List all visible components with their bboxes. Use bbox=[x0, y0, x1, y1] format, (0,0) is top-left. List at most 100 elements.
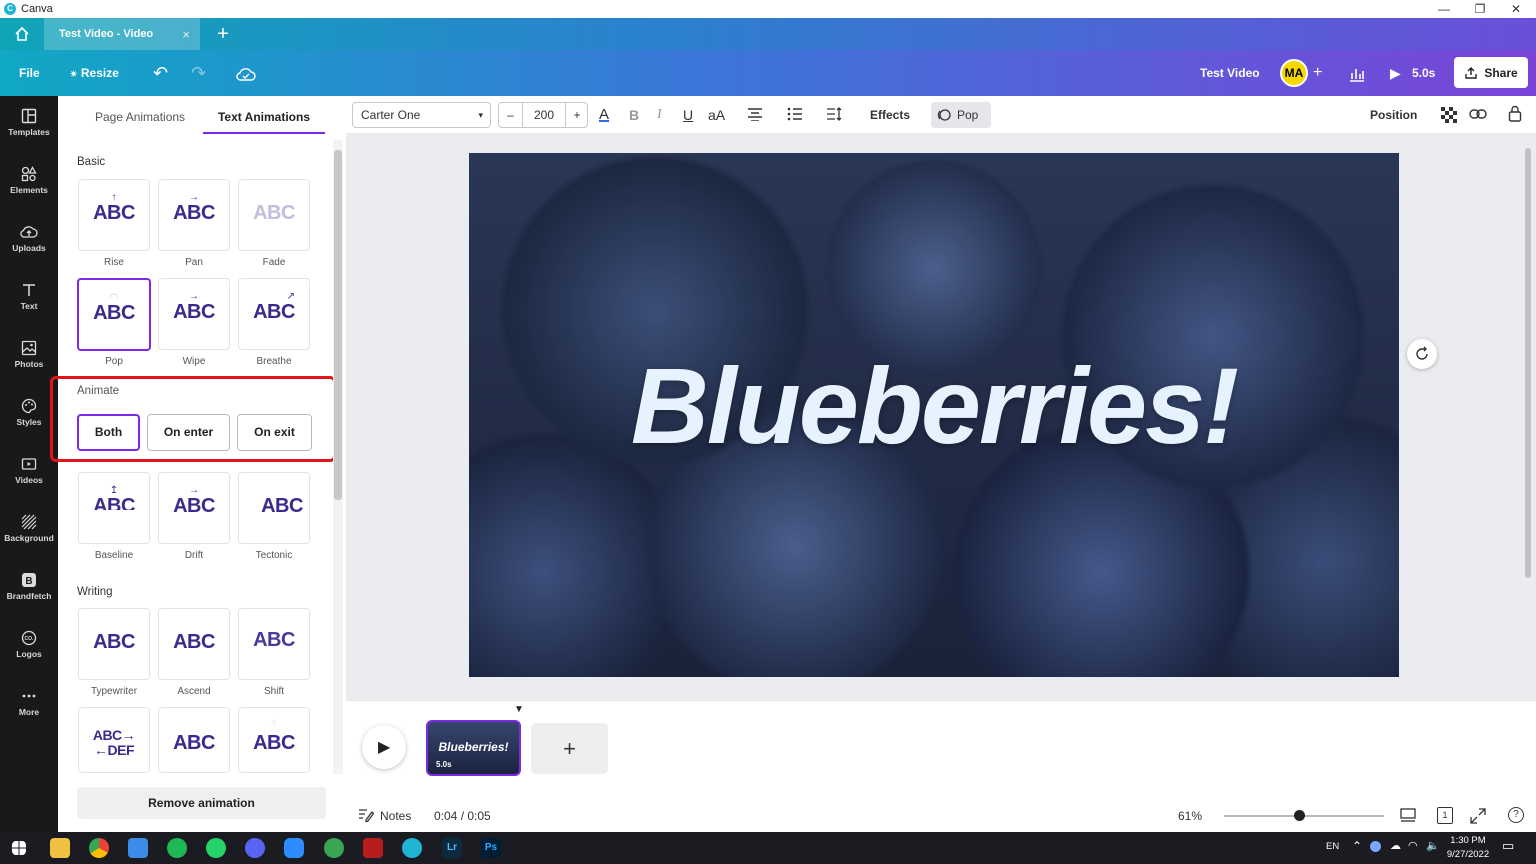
zoom-level[interactable]: 61% bbox=[1178, 809, 1202, 823]
cloud-save-button[interactable] bbox=[236, 50, 256, 96]
text-color-icon[interactable]: A bbox=[599, 102, 609, 128]
animation-merge[interactable]: ABC→ ←DEF bbox=[78, 707, 150, 773]
lock-icon[interactable] bbox=[1508, 105, 1522, 131]
animation-typewriter[interactable]: ABC bbox=[78, 608, 150, 680]
animate-pop-button[interactable]: Pop bbox=[931, 102, 991, 128]
rail-item-brandfetch[interactable]: B Brandfetch bbox=[0, 560, 58, 618]
rail-item-more[interactable]: More bbox=[0, 676, 58, 734]
language-indicator[interactable]: EN bbox=[1326, 841, 1339, 852]
effects-button[interactable]: Effects bbox=[870, 102, 910, 128]
transparency-icon[interactable] bbox=[1441, 107, 1457, 133]
undo-icon[interactable]: ↶ bbox=[153, 50, 168, 96]
minimize-icon[interactable]: — bbox=[1426, 0, 1462, 18]
page-thumbnail[interactable]: Blueberries! 5.0s bbox=[426, 720, 521, 776]
animation-pan[interactable]: → ABC bbox=[158, 179, 230, 251]
tab-text-animations[interactable]: Text Animations bbox=[203, 96, 325, 134]
cloud-tray-icon[interactable]: ☁ bbox=[1390, 839, 1401, 852]
file-explorer-icon[interactable] bbox=[50, 838, 70, 858]
list-icon[interactable] bbox=[787, 107, 803, 133]
page-count[interactable]: 1 bbox=[1437, 807, 1453, 824]
user-avatar[interactable]: MA bbox=[1280, 59, 1308, 87]
tab-test-video[interactable]: Test Video - Video × bbox=[44, 18, 200, 50]
chrome-icon[interactable] bbox=[89, 838, 109, 858]
volume-icon[interactable]: 🔈 bbox=[1426, 839, 1440, 852]
design-page[interactable]: Blueberries! bbox=[469, 153, 1399, 677]
windows-start-icon[interactable] bbox=[12, 841, 26, 855]
discord-icon[interactable] bbox=[245, 838, 265, 858]
font-size-input[interactable]: 200 bbox=[523, 103, 565, 127]
rail-item-photos[interactable]: Photos bbox=[0, 328, 58, 386]
filezilla-icon[interactable] bbox=[363, 838, 383, 858]
tab-page-animations[interactable]: Page Animations bbox=[95, 96, 185, 134]
spacing-icon[interactable] bbox=[826, 107, 842, 133]
increase-font-button[interactable]: + bbox=[565, 103, 588, 127]
italic-button[interactable]: I bbox=[657, 102, 662, 128]
panel-scrollbar[interactable] bbox=[333, 140, 343, 774]
system-tray-icon[interactable] bbox=[1370, 841, 1381, 852]
animation-wipe[interactable]: → ABC bbox=[158, 278, 230, 350]
play-preview-button[interactable]: ▶ 5.0s bbox=[1380, 59, 1448, 87]
zoom-slider-handle[interactable] bbox=[1294, 810, 1305, 821]
design-headline[interactable]: Blueberries! bbox=[469, 343, 1399, 468]
link-icon[interactable] bbox=[1469, 107, 1487, 133]
animation-ascend[interactable]: ABC bbox=[158, 608, 230, 680]
photoshop-icon[interactable]: Ps bbox=[481, 838, 501, 858]
animation-baseline[interactable]: ↥ ABC bbox=[78, 472, 150, 544]
close-window-icon[interactable]: ✕ bbox=[1498, 0, 1534, 18]
playhead-icon[interactable]: ▼ bbox=[514, 704, 524, 715]
spotify-icon[interactable] bbox=[167, 838, 187, 858]
close-tab-icon[interactable]: × bbox=[182, 27, 190, 42]
document-title[interactable]: Test Video bbox=[1200, 50, 1260, 96]
share-button[interactable]: Share bbox=[1454, 57, 1528, 88]
resize-button[interactable]: ✴ Resize bbox=[70, 50, 119, 96]
animation-tectonic[interactable]: ABC bbox=[238, 472, 310, 544]
regenerate-button[interactable] bbox=[1407, 339, 1437, 369]
rail-item-background[interactable]: Background bbox=[0, 502, 58, 560]
font-select[interactable]: Carter One ▾ bbox=[352, 102, 491, 128]
remove-animation-button[interactable]: Remove animation bbox=[77, 787, 326, 819]
restore-icon[interactable]: ❐ bbox=[1462, 0, 1498, 18]
animation-shift[interactable]: ABC bbox=[238, 608, 310, 680]
add-page-button[interactable]: + bbox=[531, 723, 608, 774]
animation-rise[interactable]: ↑ ABC bbox=[78, 179, 150, 251]
page-view-icon[interactable] bbox=[1400, 808, 1416, 825]
animation-drift[interactable]: → ABC bbox=[158, 472, 230, 544]
mail-icon[interactable] bbox=[128, 838, 148, 858]
animation-block[interactable]: ABC bbox=[158, 707, 230, 773]
bold-button[interactable]: B bbox=[629, 102, 639, 128]
insights-button[interactable] bbox=[1348, 50, 1366, 96]
panel-scrollbar-thumb[interactable] bbox=[334, 150, 342, 500]
notes-icon[interactable] bbox=[358, 808, 375, 825]
notes-button[interactable]: Notes bbox=[380, 809, 411, 823]
help-button[interactable]: ? bbox=[1508, 807, 1524, 823]
lightroom-icon[interactable]: Lr bbox=[442, 838, 462, 858]
home-button[interactable] bbox=[0, 18, 44, 50]
align-center-icon[interactable] bbox=[747, 107, 763, 133]
zoom-slider[interactable] bbox=[1224, 810, 1384, 821]
animation-burst[interactable]: ⁘ ABC bbox=[238, 707, 310, 773]
animation-fade[interactable]: ABC bbox=[238, 179, 310, 251]
add-collaborator-button[interactable]: + bbox=[1313, 50, 1322, 96]
animation-breathe[interactable]: ↗ ABC bbox=[238, 278, 310, 350]
new-tab-button[interactable]: + bbox=[212, 18, 234, 50]
canvas-scrollbar[interactable] bbox=[1523, 140, 1533, 696]
underline-button[interactable]: U bbox=[683, 102, 693, 128]
file-menu[interactable]: File bbox=[19, 50, 40, 96]
rail-item-elements[interactable]: Elements bbox=[0, 154, 58, 212]
wifi-icon[interactable]: ◠ bbox=[1408, 839, 1418, 852]
animation-pop[interactable]: ◠ ABC bbox=[77, 278, 151, 351]
rail-item-templates[interactable]: Templates bbox=[0, 96, 58, 154]
rail-item-uploads[interactable]: Uploads bbox=[0, 212, 58, 270]
fullscreen-icon[interactable] bbox=[1470, 808, 1486, 827]
chevron-up-icon[interactable]: ⌃ bbox=[1352, 839, 1362, 853]
taskbar-clock[interactable]: 1:30 PM 9/27/2022 bbox=[1440, 834, 1496, 862]
canva-taskbar-icon[interactable] bbox=[402, 838, 422, 858]
decrease-font-button[interactable]: – bbox=[499, 103, 523, 127]
notifications-icon[interactable]: ▭ bbox=[1502, 838, 1514, 854]
redo-icon[interactable]: ↷ bbox=[191, 50, 206, 96]
browser-icon[interactable] bbox=[324, 838, 344, 858]
rail-item-text[interactable]: Text bbox=[0, 270, 58, 328]
canvas-scrollbar-thumb[interactable] bbox=[1525, 148, 1531, 578]
letter-case-button[interactable]: aA bbox=[708, 102, 725, 128]
rail-item-logos[interactable]: CO. Logos bbox=[0, 618, 58, 676]
